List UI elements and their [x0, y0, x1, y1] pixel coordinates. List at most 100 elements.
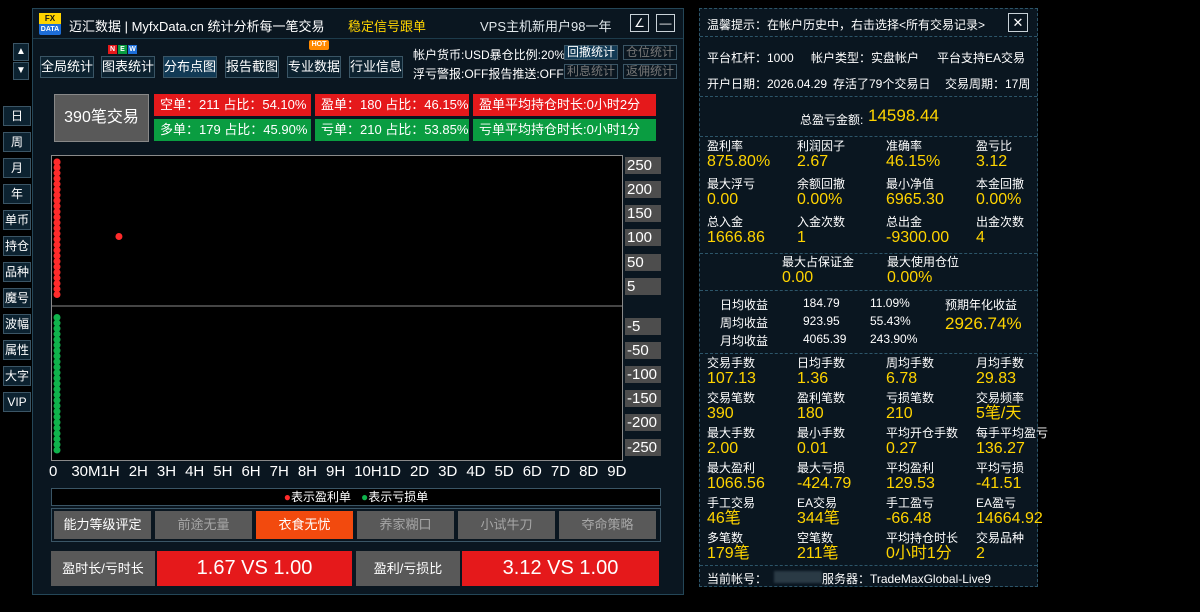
level-beginner[interactable]: 小试牛刀	[458, 511, 555, 539]
grid2-value: 211笔	[797, 545, 839, 562]
account-info-row: 平台杠杆：1000 帐户类型：实盘帐户 平台支持EA交易 开户日期：2026.0…	[700, 37, 1037, 97]
vps-link[interactable]: VPS主机新用户98一年	[480, 16, 611, 35]
interest-stats-button[interactable]: 利息统计	[564, 64, 619, 79]
grid1-label: 余额回撤	[797, 177, 846, 191]
x-tick-label: 9H	[326, 463, 346, 480]
grid2-label: 最大手数	[707, 426, 756, 440]
x-tick-label: 8H	[297, 463, 318, 480]
nav-item-1[interactable]: 周	[3, 132, 31, 152]
account-number-redacted	[774, 571, 822, 583]
win-hold-stat: 盈单平均持仓时长:0小时2分	[473, 94, 656, 116]
grid2-value: 210	[886, 405, 913, 422]
ea-support-text: 平台支持EA交易	[937, 51, 1026, 65]
grid1-label: 盈亏比	[976, 139, 1013, 153]
leverage-text: 平台杠杆：1000	[707, 51, 794, 65]
nav-item-4[interactable]: 单币	[3, 210, 31, 230]
level-label: 能力等级评定	[54, 511, 151, 539]
grid2-cell: 交易品种 2	[976, 531, 1066, 563]
close-icon[interactable]: ✕	[1008, 13, 1028, 32]
y-tick-label: 50	[625, 254, 661, 271]
tip-row: 温馨提示：在帐户历史中，右击选择<所有交易记录> ✕	[700, 9, 1037, 37]
grid1-cell: 最小净值 6965.30	[886, 177, 976, 209]
scroll-down-button[interactable]: ▼	[13, 62, 29, 80]
new-badge-n: N	[108, 45, 117, 54]
grid1-label: 入金次数	[797, 215, 846, 229]
grid2-cell: 平均盈利 129.53	[886, 461, 976, 493]
grid1-label: 准确率	[886, 139, 923, 153]
nav-item-2[interactable]: 月	[3, 158, 31, 178]
grid2-label: 最小手数	[797, 426, 846, 440]
minimize-icon[interactable]: —	[656, 14, 675, 32]
x-tick-label: 7D	[550, 463, 571, 480]
grid2-label: 空笔数	[797, 531, 834, 545]
x-tick-label: 1D	[381, 463, 401, 480]
max-position-cell: 最大使用仓位 0.00%	[887, 255, 987, 287]
grid2-value: 107.13	[707, 370, 756, 387]
max-margin-label: 最大占保证金	[782, 255, 855, 269]
server-text: 服务器：TradeMaxGlobal-Live9	[822, 572, 991, 586]
income-row: 日均收益 184.79 11.09% 周均收益 923.95 55.43% 月均收益 4065…	[700, 291, 1037, 354]
industry-info-button[interactable]: 行业信息	[349, 56, 403, 78]
rebate-stats-button[interactable]: 返佣统计	[623, 64, 678, 79]
x-tick-label: 7H	[269, 463, 289, 480]
edit-icon[interactable]: ∠	[630, 14, 649, 32]
nav-item-9[interactable]: 属性	[3, 340, 31, 360]
x-tick-label: 4D	[466, 463, 486, 480]
chart-stats-button[interactable]: 图表统计	[101, 56, 155, 78]
grid2-value: -41.51	[976, 475, 1022, 492]
grid2-label: 亏损笔数	[886, 391, 935, 405]
total-trades-button[interactable]: 390笔交易	[54, 94, 149, 142]
grid1-label: 最大浮亏	[707, 177, 756, 191]
survived-days-text: 存活了79个交易日	[833, 77, 931, 91]
level-promising[interactable]: 前途无量	[155, 511, 252, 539]
pro-data-button[interactable]: 专业数据	[287, 56, 341, 78]
win-stat: 盈单：180 占比：46.15%	[315, 94, 469, 116]
nav-item-0[interactable]: 日	[3, 106, 31, 126]
drawdown-stats-button[interactable]: 回撤统计	[564, 45, 619, 60]
grid2-label: 平均盈利	[886, 461, 935, 475]
income-label: 周均收益	[720, 316, 769, 330]
level-support-family[interactable]: 养家糊口	[357, 511, 454, 539]
legend-profit: 表示盈利单	[290, 490, 351, 504]
global-stats-button[interactable]: 全局统计	[40, 56, 94, 78]
grid2-cell: 盈利笔数 180	[797, 391, 887, 423]
grid2-label: 交易频率	[976, 391, 1025, 405]
income-label: 日均收益	[720, 298, 769, 312]
nav-item-5[interactable]: 持仓	[3, 236, 31, 256]
signal-link[interactable]: 稳定信号跟单	[348, 16, 426, 35]
grid1-cell: 盈亏比 3.12	[976, 139, 1066, 171]
grid1-cell: 入金次数 1	[797, 215, 887, 247]
nav-item-8[interactable]: 波幅	[3, 314, 31, 334]
nav-item-11[interactable]: VIP	[3, 392, 31, 412]
y-tick-label: 200	[625, 181, 661, 198]
grid2-cell: 日均手数 1.36	[797, 356, 887, 388]
nav-item-7[interactable]: 魔号	[3, 288, 31, 308]
income-value: 4065.39	[803, 332, 847, 346]
level-comfortable[interactable]: 衣食无忧	[256, 511, 353, 539]
scatter-chart	[51, 155, 623, 461]
position-stats-button[interactable]: 仓位统计	[623, 45, 678, 60]
x-tick-label: 2H	[128, 463, 148, 480]
y-tick-label: 150	[625, 205, 661, 222]
annual-label: 预期年化收益	[945, 298, 1018, 312]
grid1-cell: 利润因子 2.67	[797, 139, 887, 171]
grid2-cell: 最大盈利 1066.56	[707, 461, 797, 493]
hold-ratio-value: 1.67 VS 1.00	[157, 551, 352, 586]
scatter-plot-button[interactable]: 分布点图	[163, 56, 217, 78]
loss-stat: 亏单：210 占比：53.85%	[315, 119, 469, 141]
x-tick-label: 10H	[354, 463, 382, 480]
nav-item-10[interactable]: 大字	[3, 366, 31, 386]
grid1-value: 0.00	[707, 191, 739, 208]
grid2-label: 月均手数	[976, 356, 1025, 370]
nav-item-3[interactable]: 年	[3, 184, 31, 204]
y-tick-label: -150	[625, 390, 661, 407]
report-screenshot-button[interactable]: 报告截图	[225, 56, 279, 78]
scroll-up-button[interactable]: ▲	[13, 43, 29, 61]
scatter-chart-svg	[52, 158, 622, 454]
grid2-cell: EA交易 344笔	[797, 496, 887, 528]
grid1-value: 3.12	[976, 153, 1008, 170]
x-tick-label: 9D	[607, 463, 627, 480]
grid1-label: 本金回撤	[976, 177, 1025, 191]
nav-item-6[interactable]: 品种	[3, 262, 31, 282]
level-deadly[interactable]: 夺命策略	[559, 511, 656, 539]
